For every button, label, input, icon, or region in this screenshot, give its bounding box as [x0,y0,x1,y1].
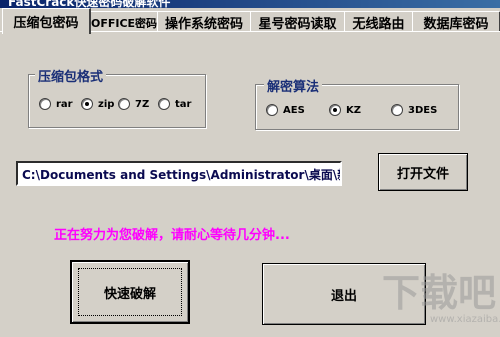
radio-indicator [118,98,130,110]
radio-label: tar [175,98,192,110]
open-file-label: 打开文件 [396,166,449,182]
tab-database-password[interactable]: 数据库密码 [412,11,500,33]
radio-tar[interactable]: tar [158,98,191,110]
radio-indicator [266,104,278,116]
tab-office-password[interactable]: OFFICE密码 [90,11,159,33]
tab-label: OFFICE密码 [90,16,158,30]
tab-wireless-router[interactable]: 无线路由 [344,11,414,33]
radio-aes[interactable]: AES [266,104,305,116]
radio-label: zip [98,98,115,110]
window-title: FastCrack快速密码破解软件 [8,0,171,8]
radio-label: rar [56,98,73,110]
file-path-field[interactable]: C:\Documents and Settings\Administrator\… [16,161,342,186]
radio-rar[interactable]: rar [39,98,73,110]
radio-indicator [329,104,341,116]
radio-7z[interactable]: 7Z [118,98,149,110]
archive-format-title: 压缩包格式 [35,66,107,85]
tab-label: 星号密码读取 [258,17,337,32]
radio-indicator [391,104,403,116]
tab-asterisk-password[interactable]: 星号密码读取 [250,11,346,33]
tab-label: 无线路由 [352,17,405,32]
radio-indicator [39,98,51,110]
tab-label: 压缩包密码 [13,16,79,31]
focus-ring [78,268,182,316]
open-file-button[interactable]: 打开文件 [378,153,468,191]
tab-strip: 压缩包密码 OFFICE密码 操作系统密码 星号密码读取 无线路由 数据库密码 [0,8,500,34]
radio-kz[interactable]: KZ [329,104,361,116]
radio-label: 3DES [408,104,438,116]
tab-label: 操作系统密码 [164,17,243,32]
tab-os-password[interactable]: 操作系统密码 [157,11,252,33]
tab-label: 数据库密码 [423,17,489,32]
tab-archive-password[interactable]: 压缩包密码 [2,8,91,34]
decrypt-algorithm-title: 解密算法 [264,76,323,95]
radio-indicator [81,98,93,110]
exit-label: 退出 [330,288,357,304]
radio-zip[interactable]: zip [81,98,114,110]
status-message: 正在努力为您破解，请耐心等待几分钟... [54,228,290,243]
archive-format-group: 压缩包格式 rar zip 7Z tar [28,66,206,128]
decrypt-algorithm-group: 解密算法 AES KZ 3DES [255,76,459,130]
file-path-value: C:\Documents and Settings\Administrator\… [22,168,340,182]
radio-3des[interactable]: 3DES [391,104,437,116]
window-title-bar[interactable]: FastCrack快速密码破解软件 [0,0,500,8]
quick-crack-button[interactable]: 快速破解 [70,260,190,324]
exit-button[interactable]: 退出 [262,263,426,325]
radio-indicator [158,98,170,110]
radio-label: KZ [346,104,361,116]
radio-label: AES [283,104,305,116]
radio-label: 7Z [135,98,150,110]
